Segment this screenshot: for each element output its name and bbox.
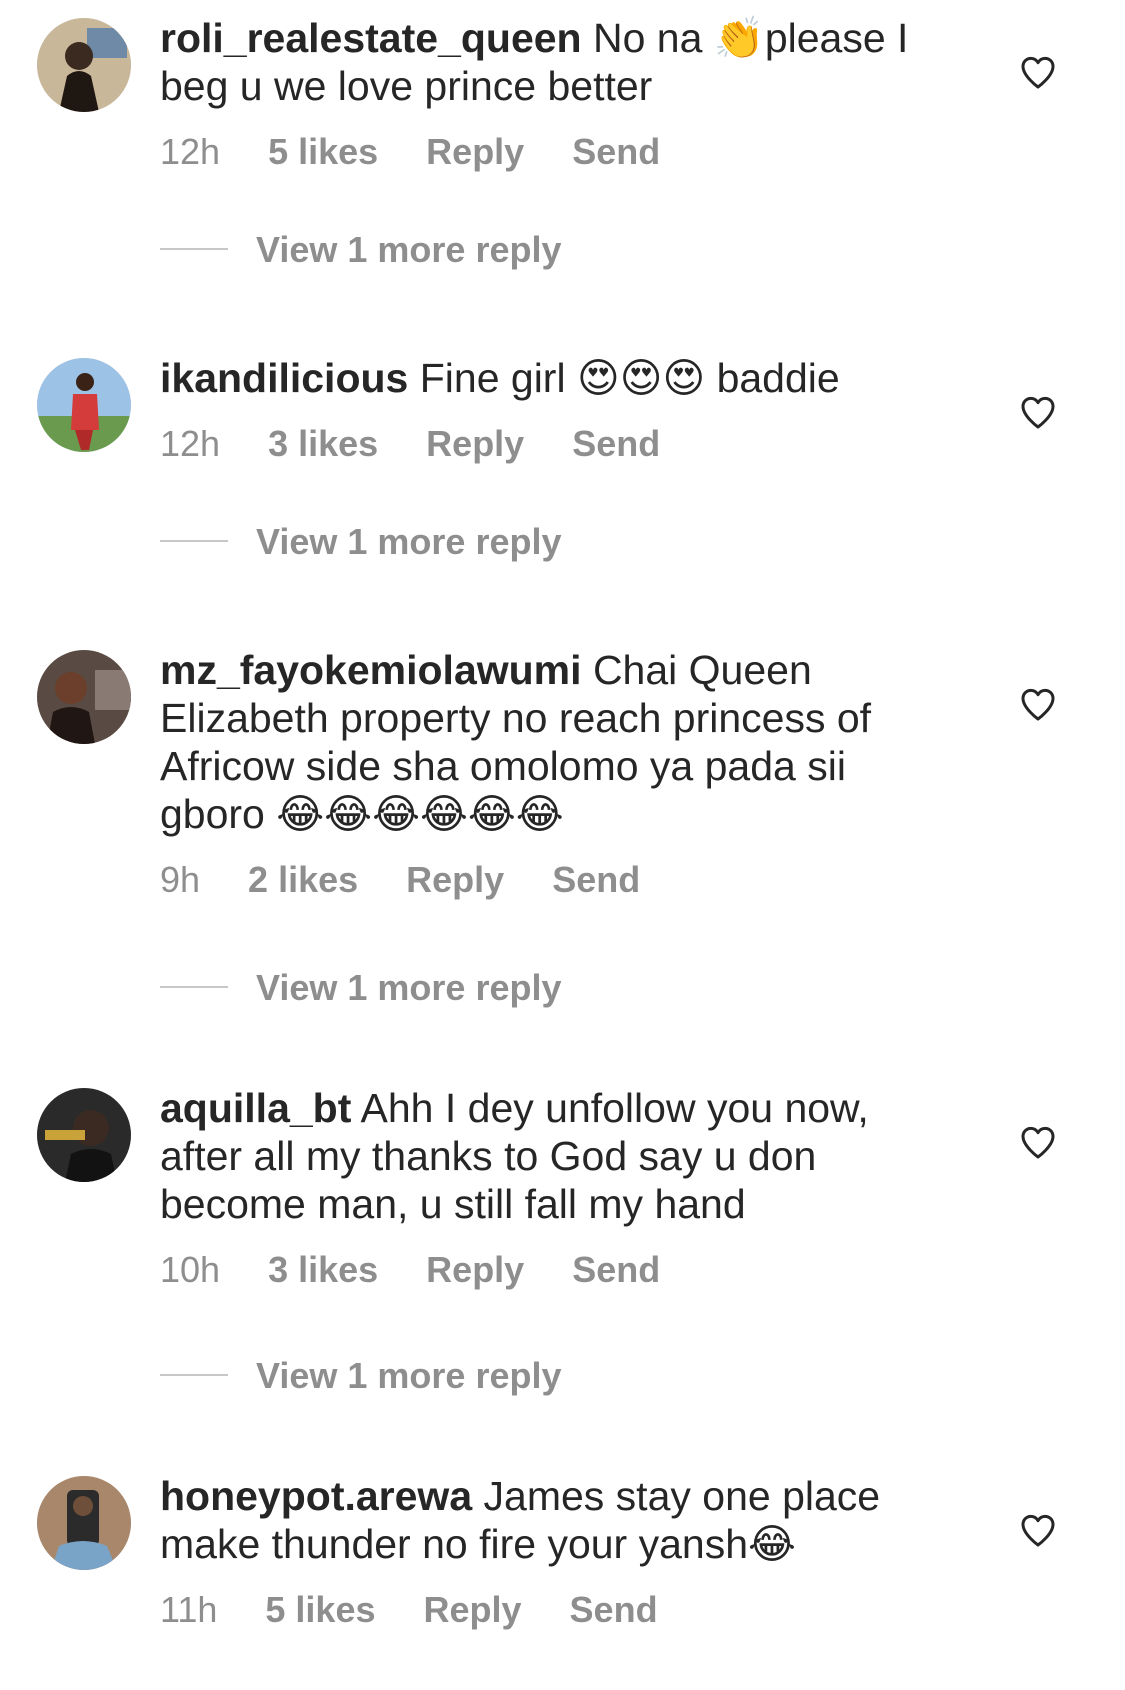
send-button[interactable]: Send bbox=[572, 424, 660, 464]
comment-meta: 9h 2 likes Reply Send bbox=[160, 860, 960, 900]
comment-meta: 12h 3 likes Reply Send bbox=[160, 424, 960, 464]
comment-meta: 12h 5 likes Reply Send bbox=[160, 132, 960, 172]
comment-meta: 11h 5 likes Reply Send bbox=[160, 1590, 960, 1630]
view-more-replies-button[interactable]: View 1 more reply bbox=[160, 1354, 562, 1398]
comment-username[interactable]: aquilla_bt bbox=[160, 1085, 351, 1131]
avatar[interactable] bbox=[37, 1088, 131, 1182]
reply-button[interactable]: Reply bbox=[426, 132, 524, 172]
comment-username[interactable]: roli_realestate_queen bbox=[160, 15, 582, 61]
comments-list: roli_realestate_queen No na 👏please I be… bbox=[0, 0, 1125, 1690]
avatar[interactable] bbox=[37, 650, 131, 744]
heart-outline-icon[interactable] bbox=[1018, 684, 1058, 724]
reply-button[interactable]: Reply bbox=[424, 1590, 522, 1630]
comment-meta: 10h 3 likes Reply Send bbox=[160, 1250, 960, 1290]
heart-outline-icon[interactable] bbox=[1018, 1510, 1058, 1550]
comment-time: 9h bbox=[160, 859, 201, 900]
send-button[interactable]: Send bbox=[552, 860, 640, 900]
comment-text: Fine girl 😍😍😍 baddie bbox=[419, 355, 840, 401]
comment-likes-count[interactable]: 5 likes bbox=[265, 1590, 375, 1630]
comment-time: 12h bbox=[160, 131, 221, 172]
comment-time: 10h bbox=[160, 1249, 221, 1290]
avatar[interactable] bbox=[37, 1476, 131, 1570]
send-button[interactable]: Send bbox=[570, 1590, 658, 1630]
reply-button[interactable]: Reply bbox=[406, 860, 504, 900]
heart-outline-icon[interactable] bbox=[1018, 52, 1058, 92]
reply-button[interactable]: Reply bbox=[426, 424, 524, 464]
send-button[interactable]: Send bbox=[572, 132, 660, 172]
comment-likes-count[interactable]: 3 likes bbox=[268, 424, 378, 464]
reply-button[interactable]: Reply bbox=[426, 1250, 524, 1290]
comment-time: 11h bbox=[160, 1589, 218, 1630]
avatar[interactable] bbox=[37, 358, 131, 452]
avatar[interactable] bbox=[37, 18, 131, 112]
comment-time: 12h bbox=[160, 423, 221, 464]
heart-outline-icon[interactable] bbox=[1018, 392, 1058, 432]
heart-outline-icon[interactable] bbox=[1018, 1122, 1058, 1162]
divider-line bbox=[160, 1374, 228, 1377]
comment-likes-count[interactable]: 5 likes bbox=[268, 132, 378, 172]
divider-line bbox=[160, 986, 228, 989]
comment-username[interactable]: mz_fayokemiolawumi bbox=[160, 647, 582, 693]
comment-likes-count[interactable]: 3 likes bbox=[268, 1250, 378, 1290]
send-button[interactable]: Send bbox=[572, 1250, 660, 1290]
divider-line bbox=[160, 540, 228, 543]
comment-username[interactable]: honeypot.arewa bbox=[160, 1473, 472, 1519]
view-more-replies-button[interactable]: View 1 more reply bbox=[160, 520, 562, 564]
view-more-replies-button[interactable]: View 1 more reply bbox=[160, 966, 562, 1010]
view-more-replies-button[interactable]: View 1 more reply bbox=[160, 228, 562, 272]
divider-line bbox=[160, 248, 228, 251]
comment-likes-count[interactable]: 2 likes bbox=[248, 860, 358, 900]
comment-username[interactable]: ikandilicious bbox=[160, 355, 408, 401]
